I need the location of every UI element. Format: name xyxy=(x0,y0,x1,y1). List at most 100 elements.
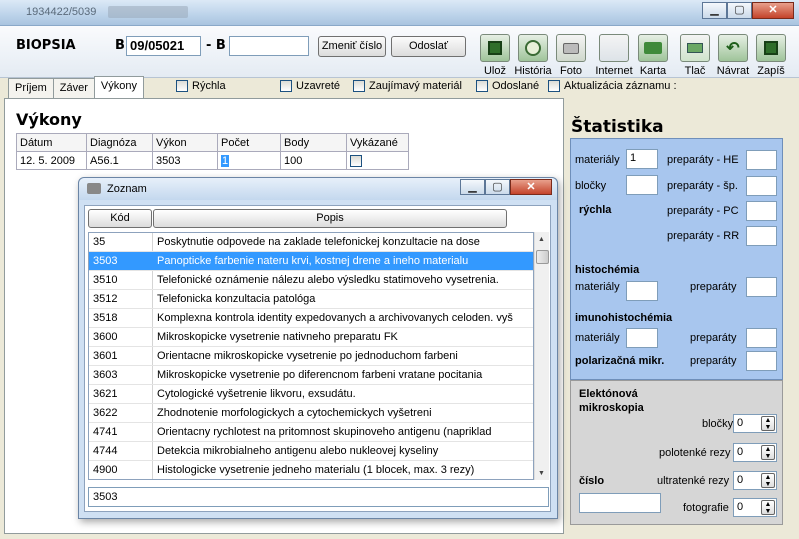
toolbar-write[interactable]: Zapíš xyxy=(752,34,790,77)
list-scrollbar[interactable]: ▲ ▼ xyxy=(534,232,549,480)
table-row[interactable]: 12. 5. 2009 A56.1 3503 1 100 xyxy=(16,151,409,170)
biopsy-number-field[interactable]: 09/05021 xyxy=(126,36,201,56)
rychla-checkbox-box[interactable] xyxy=(176,80,188,93)
list-item[interactable]: 3503 Panopticke farbenie nateru krvi, kos… xyxy=(89,252,533,271)
diagnoza-cell[interactable]: A56.1 xyxy=(86,151,153,170)
scroll-down-arrow-icon[interactable]: ▼ xyxy=(538,470,545,477)
scroll-thumb[interactable] xyxy=(536,250,549,264)
list-item[interactable]: 3600 Mikroskopicke vysetrenie nativneho p… xyxy=(89,328,533,347)
column-header-popis[interactable]: Popis xyxy=(153,209,507,228)
imuno-preparaty-field[interactable] xyxy=(746,328,777,348)
change-number-button[interactable]: Zmeniť číslo xyxy=(318,36,386,57)
zaujimavy-checkbox-box[interactable] xyxy=(353,80,365,93)
blocky-field[interactable] xyxy=(626,175,658,195)
list-item[interactable]: 3621 Cytologické vyšetrenie likvoru, exsu… xyxy=(89,385,533,404)
checkbox-uzavrete[interactable]: Uzavreté xyxy=(280,80,340,93)
table-header-row: Dátum Diagnóza Výkon Počet Body Vykázané xyxy=(16,133,409,152)
close-button[interactable]: ✕ xyxy=(752,2,794,19)
polar-preparaty-field[interactable] xyxy=(746,351,777,371)
blocky-label: bločky xyxy=(575,180,607,192)
statistika-title: Štatistika xyxy=(571,117,664,137)
uzavrete-checkbox-box[interactable] xyxy=(280,80,292,93)
prep-pc-field[interactable] xyxy=(746,201,777,221)
prep-rr-field[interactable] xyxy=(746,226,777,246)
column-header[interactable]: Dátum xyxy=(16,133,87,152)
column-header[interactable]: Body xyxy=(280,133,347,152)
fotografie-stepper[interactable]: 0 ▲ ▼ xyxy=(733,498,777,517)
toolbar-card[interactable]: Karta xyxy=(634,34,672,77)
dialog-close-button[interactable]: ✕ xyxy=(510,179,552,195)
dialog-minimize-button[interactable]: ▁ xyxy=(460,179,485,195)
body-cell[interactable]: 100 xyxy=(280,151,347,170)
popis-cell: Orientacny rychlotest na pritomnost skup… xyxy=(157,426,492,438)
stepper-arrows-icon[interactable]: ▲ ▼ xyxy=(761,473,775,488)
checkbox-rychla[interactable]: Rýchla xyxy=(176,80,226,93)
toolbar-print[interactable]: Tlač xyxy=(676,34,714,77)
histo-materialy-field[interactable] xyxy=(626,281,658,301)
list-item[interactable]: 3512 Telefonicka konzultacia patológa xyxy=(89,290,533,309)
list-item[interactable]: 4900 Histologicke vysetrenie jedneho mate… xyxy=(89,461,533,479)
list-item[interactable]: 35 Poskytnutie odpovede na zaklade telefo… xyxy=(89,233,533,252)
popis-cell: Zhodnotenie morfologickych a cytochemick… xyxy=(157,407,432,419)
vykony-title: Výkony xyxy=(16,110,82,129)
prep-sp-field[interactable] xyxy=(746,176,777,196)
list-item[interactable]: 3622 Zhodnotenie morfologickych a cytoche… xyxy=(89,404,533,423)
toolbar-save[interactable]: Ulož xyxy=(476,34,514,77)
datum-cell[interactable]: 12. 5. 2009 xyxy=(16,151,87,170)
vykazane-checkbox[interactable] xyxy=(350,154,362,167)
tab-prijem[interactable]: Príjem xyxy=(8,78,54,98)
column-header[interactable]: Výkon xyxy=(152,133,218,152)
dialog-maximize-button[interactable]: ▢ xyxy=(485,179,510,195)
popis-cell: Komplexna kontrola identity expedovanych… xyxy=(157,312,513,324)
histo-preparaty-field[interactable] xyxy=(746,277,777,297)
column-header[interactable]: Diagnóza xyxy=(86,133,153,152)
list-item[interactable]: 4741 Orientacny rychlotest na pritomnost … xyxy=(89,423,533,442)
column-header[interactable]: Počet xyxy=(217,133,281,152)
odoslane-checkbox-box[interactable] xyxy=(476,80,488,93)
materialy-field[interactable]: 1 xyxy=(626,149,658,169)
vykazane-cell[interactable] xyxy=(346,151,409,170)
list-item[interactable]: 3510 Telefonické oznámenie nálezu alebo v… xyxy=(89,271,533,290)
toolbar-history[interactable]: História xyxy=(514,34,552,77)
folder-icon xyxy=(638,34,668,62)
kod-cell: 3601 xyxy=(89,347,153,365)
checkbox-odoslane[interactable]: Odoslané xyxy=(476,80,539,93)
list-item[interactable]: 3518 Komplexna kontrola identity expedova… xyxy=(89,309,533,328)
pocet-cell[interactable]: 1 xyxy=(217,151,281,170)
blocky2-stepper[interactable]: 0 ▲ ▼ xyxy=(733,414,777,433)
aktualizacia-checkbox-box[interactable] xyxy=(548,80,560,93)
toolbar-return[interactable]: ↶ Návrat xyxy=(714,34,752,77)
vykon-cell[interactable]: 3503 xyxy=(152,151,218,170)
tab-vykony[interactable]: Výkony xyxy=(93,76,144,98)
send-button[interactable]: Odoslať xyxy=(391,36,466,57)
polotenke-stepper[interactable]: 0 ▲ ▼ xyxy=(733,443,777,462)
code-search-input[interactable]: 3503 xyxy=(88,487,549,507)
kod-cell: 3510 xyxy=(89,271,153,289)
kod-cell: 3518 xyxy=(89,309,153,327)
column-header-kod[interactable]: Kód xyxy=(88,209,152,228)
prep-he-field[interactable] xyxy=(746,150,777,170)
cislo-field[interactable] xyxy=(579,493,661,513)
maximize-button[interactable]: ▢ xyxy=(727,2,752,19)
checkbox-zaujimavy[interactable]: Zaujímavý materiál xyxy=(353,80,462,93)
stepper-arrows-icon[interactable]: ▲ ▼ xyxy=(761,416,775,431)
imuno-materialy-field[interactable] xyxy=(626,328,658,348)
toolbar-photo[interactable]: Foto xyxy=(552,34,590,77)
zoznam-list[interactable]: 35 Poskytnutie odpovede na zaklade telefo… xyxy=(88,232,534,480)
checkbox-aktualizacia[interactable]: Aktualizácia záznamu : xyxy=(548,80,677,93)
list-item[interactable]: 4744 Detekcia mikrobialneho antigenu aleb… xyxy=(89,442,533,461)
ultratenke-stepper[interactable]: 0 ▲ ▼ xyxy=(733,471,777,490)
tab-zaver[interactable]: Záver xyxy=(52,78,95,98)
toolbar-internet[interactable]: Internet xyxy=(595,34,633,77)
column-header[interactable]: Vykázané xyxy=(346,133,409,152)
histo-materialy-label: materiály xyxy=(575,281,620,293)
minimize-button[interactable]: ▁ xyxy=(702,2,727,19)
redacted-title-area xyxy=(108,6,188,18)
list-item[interactable]: 3601 Orientacne mikroskopicke vysetrenie … xyxy=(89,347,533,366)
scroll-up-arrow-icon[interactable]: ▲ xyxy=(538,236,545,243)
stepper-arrows-icon[interactable]: ▲ ▼ xyxy=(761,500,775,515)
stepper-arrows-icon[interactable]: ▲ ▼ xyxy=(761,445,775,460)
biopsy-second-field[interactable] xyxy=(229,36,309,56)
list-item[interactable]: 3603 Mikroskopicke vysetrenie po diferenc… xyxy=(89,366,533,385)
blocky2-label: bločky xyxy=(702,418,734,430)
